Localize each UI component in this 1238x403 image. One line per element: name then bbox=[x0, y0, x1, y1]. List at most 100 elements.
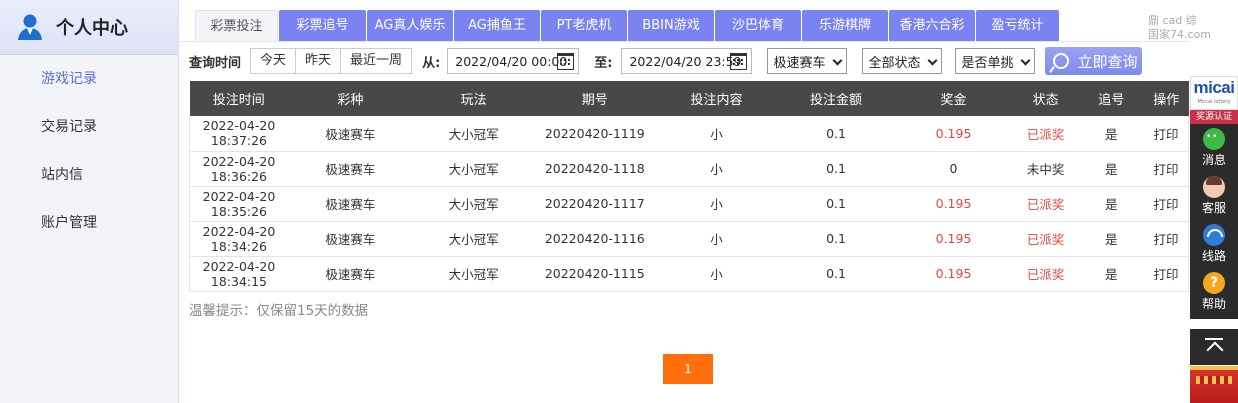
question-icon: ? bbox=[1203, 272, 1225, 294]
query-time-label: 查询时间 bbox=[189, 55, 242, 71]
chevron-down-icon bbox=[1021, 55, 1031, 66]
play-type: 大小冠军 bbox=[412, 186, 535, 222]
customer-service-label: 客服 bbox=[1201, 201, 1226, 215]
yesterday-button[interactable]: 昨天 bbox=[295, 48, 342, 74]
watermark-logo: 鼎 cad 综 国家74.com bbox=[1148, 14, 1211, 42]
help-button[interactable]: ? 帮助 bbox=[1190, 268, 1238, 316]
bet-time: 2022-04-20 18:35:26 bbox=[188, 186, 288, 222]
back-to-top-button[interactable] bbox=[1190, 329, 1238, 365]
print-link[interactable]: 打印 bbox=[1144, 116, 1189, 152]
calendar-icon[interactable] bbox=[730, 53, 748, 70]
brand-logo[interactable]: micai Mircai lottery bbox=[1190, 76, 1238, 110]
retention-tip: 温馨提示：仅保留15天的数据 bbox=[189, 303, 369, 319]
tab-lottery-bets[interactable]: 彩票投注 bbox=[195, 10, 278, 41]
tab-pt-slots[interactable]: PT老虎机 bbox=[541, 10, 627, 41]
status-select[interactable]: 全部状态 bbox=[862, 48, 943, 74]
print-link[interactable]: 打印 bbox=[1144, 221, 1189, 257]
col-header: 投注时间 bbox=[189, 81, 288, 116]
filter-bar: 查询时间 今天 昨天 最近一周 从: 2022/04/20 00:00 至: 2… bbox=[189, 47, 1143, 75]
sidebar: 个人中心 游戏记录 交易记录 站内信 账户管理 bbox=[0, 0, 179, 403]
prize: 0 bbox=[894, 151, 1013, 187]
bet-amount: 0.1 bbox=[777, 151, 895, 187]
to-date-value: 2022/04/20 23:59 bbox=[629, 53, 742, 69]
tab-bar: 彩票投注 彩票追号 AG真人娱乐 AG捕鱼王 PT老虎机 BBIN游戏 沙巴体育… bbox=[195, 10, 1060, 41]
tab-bbin-games[interactable]: BBIN游戏 bbox=[628, 10, 714, 41]
status: 已派奖 bbox=[1012, 256, 1079, 292]
game-type-value: 极速赛车 bbox=[773, 55, 826, 71]
bet-records-table: 投注时间 彩种 玩法 期号 投注内容 投注金额 奖金 状态 追号 操作 2022… bbox=[188, 81, 1189, 292]
message-button[interactable]: 消息 bbox=[1190, 124, 1238, 172]
print-link[interactable]: 打印 bbox=[1144, 186, 1189, 222]
quick-actions: 消息 客服 线路 ? 帮助 bbox=[1190, 124, 1238, 319]
search-icon bbox=[1053, 53, 1070, 69]
single-bet-value: 是否单挑 bbox=[961, 55, 1014, 71]
agent-avatar-icon bbox=[1203, 176, 1225, 198]
last-week-button[interactable]: 最近一周 bbox=[340, 48, 413, 74]
status: 未中奖 bbox=[1012, 151, 1079, 187]
sidebar-item-transactions[interactable]: 交易记录 bbox=[0, 103, 178, 151]
page-button-current[interactable]: 1 bbox=[663, 354, 713, 384]
to-label: 至: bbox=[594, 55, 613, 71]
sidebar-title: 个人中心 bbox=[56, 18, 128, 39]
col-header: 彩种 bbox=[287, 81, 413, 116]
table-row: 2022-04-20 18:35:26 极速赛车 大小冠军 20220420-1… bbox=[188, 186, 1189, 222]
table-row: 2022-04-20 18:37:26 极速赛车 大小冠军 20220420-1… bbox=[188, 116, 1189, 152]
query-button[interactable]: 立即查询 bbox=[1045, 47, 1143, 75]
tab-saba-sports[interactable]: 沙巴体育 bbox=[715, 10, 801, 41]
sidebar-item-messages[interactable]: 站内信 bbox=[0, 151, 178, 199]
customer-service-button[interactable]: 客服 bbox=[1190, 172, 1238, 220]
issue-number: 20220420-1117 bbox=[534, 186, 656, 222]
route-button[interactable]: 线路 bbox=[1190, 220, 1238, 268]
lottery-type: 极速赛车 bbox=[287, 256, 413, 292]
brand-logo-text: micai bbox=[1193, 78, 1235, 97]
issue-number: 20220420-1115 bbox=[534, 256, 656, 292]
print-link[interactable]: 打印 bbox=[1144, 151, 1189, 187]
route-label: 线路 bbox=[1201, 249, 1226, 263]
to-date-input[interactable]: 2022/04/20 23:59 bbox=[621, 48, 753, 74]
print-link[interactable]: 打印 bbox=[1144, 256, 1189, 292]
chat-icon bbox=[1203, 128, 1225, 150]
certification-badge: 奖源认证 bbox=[1190, 110, 1238, 124]
bet-time: 2022-04-20 18:37:26 bbox=[188, 116, 288, 152]
bet-amount: 0.1 bbox=[777, 221, 895, 257]
calendar-icon[interactable] bbox=[557, 53, 575, 70]
col-header: 奖金 bbox=[894, 81, 1013, 116]
help-label: 帮助 bbox=[1201, 297, 1226, 311]
prize: 0.195 bbox=[894, 116, 1013, 152]
tab-lottery-chase[interactable]: 彩票追号 bbox=[279, 10, 366, 41]
user-icon bbox=[17, 13, 43, 41]
tab-divider bbox=[179, 41, 1190, 42]
play-type: 大小冠军 bbox=[412, 116, 535, 152]
right-float-panel: micai Mircai lottery 奖源认证 消息 客服 线路 ? 帮助 bbox=[1190, 76, 1238, 403]
tab-hk-mark-six[interactable]: 香港六合彩 bbox=[889, 10, 975, 41]
tab-profit-loss[interactable]: 盈亏统计 bbox=[976, 10, 1059, 41]
festive-decoration bbox=[1190, 366, 1238, 403]
sidebar-header: 个人中心 bbox=[0, 0, 178, 55]
game-type-select[interactable]: 极速赛车 bbox=[767, 48, 848, 74]
chase: 是 bbox=[1078, 186, 1144, 222]
tab-ag-fishing[interactable]: AG捕鱼王 bbox=[454, 10, 540, 41]
col-header: 状态 bbox=[1012, 81, 1079, 116]
watermark-line2: 国家74.com bbox=[1148, 28, 1211, 41]
prize: 0.195 bbox=[894, 221, 1013, 257]
table-header-row: 投注时间 彩种 玩法 期号 投注内容 投注金额 奖金 状态 追号 操作 bbox=[189, 81, 1189, 116]
sidebar-item-game-records[interactable]: 游戏记录 bbox=[0, 55, 178, 103]
prize: 0.195 bbox=[894, 186, 1013, 222]
tab-ag-live[interactable]: AG真人娱乐 bbox=[367, 10, 453, 41]
bet-amount: 0.1 bbox=[777, 256, 895, 292]
play-type: 大小冠军 bbox=[412, 256, 535, 292]
from-date-input[interactable]: 2022/04/20 00:00 bbox=[447, 48, 580, 74]
chase: 是 bbox=[1078, 151, 1144, 187]
bet-content: 小 bbox=[655, 186, 778, 222]
col-header: 玩法 bbox=[412, 81, 535, 116]
today-button[interactable]: 今天 bbox=[250, 48, 297, 74]
sidebar-item-account[interactable]: 账户管理 bbox=[0, 199, 178, 247]
status: 已派奖 bbox=[1012, 116, 1079, 152]
tab-leyou-chess[interactable]: 乐游棋牌 bbox=[802, 10, 888, 41]
chase: 是 bbox=[1078, 256, 1144, 292]
status: 已派奖 bbox=[1012, 221, 1079, 257]
query-button-label: 立即查询 bbox=[1077, 52, 1138, 71]
bet-content: 小 bbox=[655, 116, 778, 152]
status-value: 全部状态 bbox=[868, 55, 921, 71]
single-bet-select[interactable]: 是否单挑 bbox=[955, 48, 1036, 74]
